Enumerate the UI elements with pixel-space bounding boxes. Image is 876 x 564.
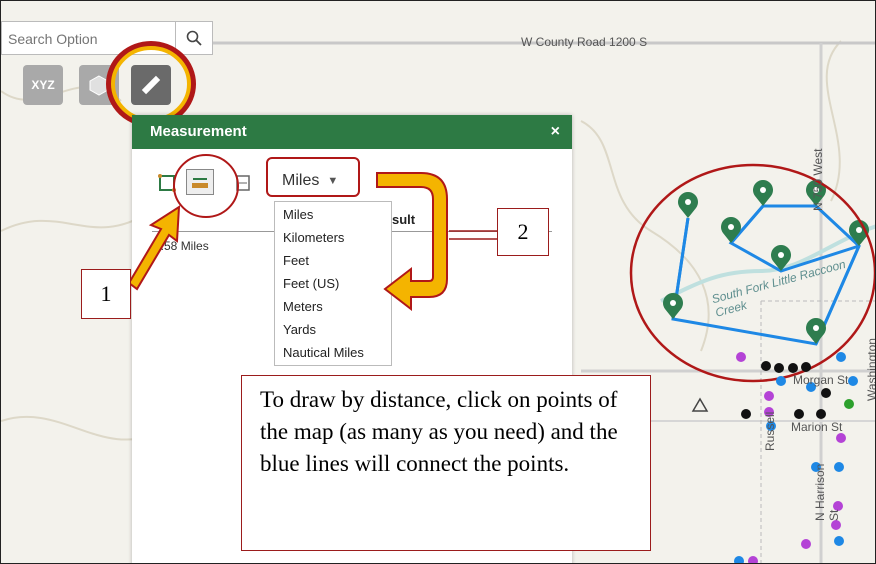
- street-label-harrison: N Harrison St: [813, 463, 841, 521]
- close-button[interactable]: ×: [551, 115, 560, 149]
- unit-select-highlight: [266, 157, 360, 197]
- panel-title: Measurement: [150, 123, 247, 140]
- street-label-n750: N 750 West: [811, 148, 825, 211]
- pointer-arrow-1: [127, 205, 181, 291]
- coordinates-tool-button[interactable]: XYZ: [23, 65, 63, 105]
- callout-2: 2: [497, 208, 549, 256]
- street-label-washington: Washington: [865, 338, 876, 401]
- callout-1: 1: [81, 269, 131, 319]
- map-frame: W County Road 1200 S N 750 West South Fo…: [0, 0, 876, 564]
- road-label: W County Road 1200 S: [521, 35, 648, 49]
- unit-option[interactable]: Yards: [275, 318, 391, 341]
- xyz-icon: XYZ: [31, 78, 55, 92]
- instruction-callout: To draw by distance, click on points of …: [241, 375, 651, 551]
- street-label-russell: Russell: [763, 411, 777, 451]
- street-label-marion: Marion St: [791, 420, 843, 434]
- pointer-arrow-2: [376, 172, 448, 311]
- unit-option[interactable]: Nautical Miles: [275, 341, 391, 364]
- callout-connector-2: [449, 230, 499, 240]
- street-label-morgan: Morgan St: [793, 373, 849, 387]
- panel-header: Measurement ×: [132, 115, 572, 149]
